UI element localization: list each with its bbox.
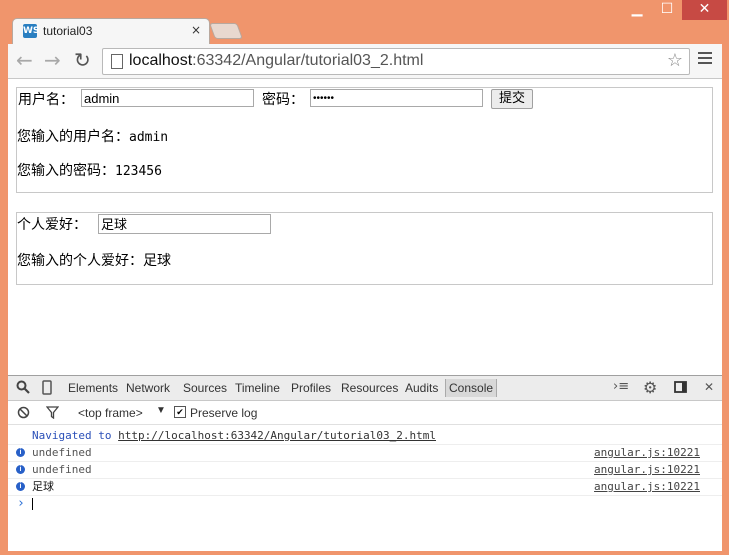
hobby-label: 个人爱好： xyxy=(17,217,87,233)
tab-tutorial03[interactable]: WS tutorial03 × xyxy=(12,18,210,45)
password-output-label: 您输入的密码： xyxy=(17,163,115,179)
gear-icon[interactable]: ⚙ xyxy=(643,378,657,397)
inspect-search-icon[interactable] xyxy=(16,380,30,398)
console-prompt-row[interactable]: › xyxy=(8,495,722,512)
minimize-button[interactable]: ▁ xyxy=(622,0,652,20)
log-message: 足球 xyxy=(32,480,54,493)
log-source-link[interactable]: angular.js:10221 xyxy=(594,444,700,461)
devtools-panel: Elements Network Sources Timeline Profil… xyxy=(8,375,722,551)
back-icon[interactable]: ← xyxy=(16,49,33,71)
forward-icon[interactable]: → xyxy=(44,49,61,71)
frame-select[interactable]: <top frame> xyxy=(78,406,143,420)
close-devtools-icon[interactable]: ✕ xyxy=(704,380,714,394)
info-icon: i xyxy=(16,482,25,491)
info-icon: i xyxy=(16,448,25,457)
username-output: 您输入的用户名：admin xyxy=(17,126,168,146)
console-caret xyxy=(32,498,33,510)
browser-window: ▁ ☐ ✕ WS tutorial03 × ← → ↻ localhost:63… xyxy=(0,0,729,555)
preserve-log-checkbox[interactable]: ✔ xyxy=(174,406,186,418)
tab-timeline[interactable]: Timeline xyxy=(235,381,280,395)
new-tab-button[interactable] xyxy=(209,23,243,39)
tab-close-icon[interactable]: × xyxy=(191,23,201,37)
url-host: localhost xyxy=(129,52,193,69)
address-bar[interactable]: localhost:63342/Angular/tutorial03_2.htm… xyxy=(102,48,690,75)
filter-icon[interactable] xyxy=(45,406,60,422)
navigated-message: Navigated to http://localhost:63342/Angu… xyxy=(32,427,436,444)
username-output-label: 您输入的用户名： xyxy=(17,129,129,145)
url-text[interactable]: localhost:63342/Angular/tutorial03_2.htm… xyxy=(129,52,423,70)
info-icon: i xyxy=(16,465,25,474)
tab-elements[interactable]: Elements xyxy=(68,381,118,395)
reload-icon[interactable]: ↻ xyxy=(74,49,91,71)
tab-network[interactable]: Network xyxy=(126,381,170,395)
password-label: 密码： xyxy=(262,92,304,108)
close-window-button[interactable]: ✕ xyxy=(682,0,727,20)
browser-toolbar: ← → ↻ localhost:63342/Angular/tutorial03… xyxy=(8,44,722,79)
tab-profiles[interactable]: Profiles xyxy=(291,381,331,395)
preserve-log-label: Preserve log xyxy=(190,406,258,420)
hobby-input[interactable]: 足球 xyxy=(98,214,271,234)
menu-icon[interactable] xyxy=(698,52,712,67)
submit-button[interactable]: 提交 xyxy=(491,89,533,109)
console-log-row: i 足球 angular.js:10221 xyxy=(8,478,722,496)
device-mode-icon[interactable] xyxy=(42,380,52,399)
clear-console-icon[interactable] xyxy=(17,406,30,422)
hobby-form-box: 个人爱好： 足球 您输入的个人爱好：足球 xyxy=(16,212,713,285)
show-drawer-icon[interactable]: ›≡ xyxy=(613,379,629,394)
password-output: 您输入的密码：123456 xyxy=(17,160,162,180)
prompt-chevron-icon: › xyxy=(17,496,25,511)
password-output-value: 123456 xyxy=(115,164,162,179)
tab-audits[interactable]: Audits xyxy=(405,381,438,395)
password-input[interactable]: •••••• xyxy=(310,89,483,107)
page-content: 用户名： admin 密码： •••••• 提交 您输入的用户名：admin 您… xyxy=(8,79,722,375)
devtools-toolbar: Elements Network Sources Timeline Profil… xyxy=(8,376,722,401)
webstorm-icon: WS xyxy=(23,24,40,38)
console-navigated-row: Navigated to http://localhost:63342/Angu… xyxy=(8,427,722,445)
page-icon xyxy=(111,54,123,69)
url-path: :63342/Angular/tutorial03_2.html xyxy=(192,52,424,69)
tab-title: tutorial03 xyxy=(43,24,93,38)
console-toolbar: <top frame> ▼ ✔ Preserve log xyxy=(8,401,722,425)
username-label: 用户名： xyxy=(18,92,74,108)
login-form-box: 用户名： admin 密码： •••••• 提交 您输入的用户名：admin 您… xyxy=(16,87,713,193)
log-source-link[interactable]: angular.js:10221 xyxy=(594,478,700,495)
hobby-output: 您输入的个人爱好：足球 xyxy=(17,253,171,269)
navigated-text: Navigated to xyxy=(32,429,112,442)
tab-resources[interactable]: Resources xyxy=(341,381,398,395)
tab-sources[interactable]: Sources xyxy=(183,381,227,395)
log-message: undefined xyxy=(32,446,92,459)
console-log-row: i undefined angular.js:10221 xyxy=(8,444,722,462)
username-output-value: admin xyxy=(129,130,169,145)
bookmark-star-icon[interactable]: ☆ xyxy=(667,50,683,71)
dock-side-icon[interactable] xyxy=(674,381,688,397)
chevron-down-icon[interactable]: ▼ xyxy=(156,405,166,416)
log-message: undefined xyxy=(32,463,92,476)
log-source-link[interactable]: angular.js:10221 xyxy=(594,461,700,478)
tab-console[interactable]: Console xyxy=(445,379,498,397)
console-log-row: i undefined angular.js:10221 xyxy=(8,461,722,479)
navigated-link[interactable]: http://localhost:63342/Angular/tutorial0… xyxy=(118,429,436,442)
maximize-button[interactable]: ☐ xyxy=(652,0,682,20)
username-input[interactable]: admin xyxy=(81,89,254,107)
